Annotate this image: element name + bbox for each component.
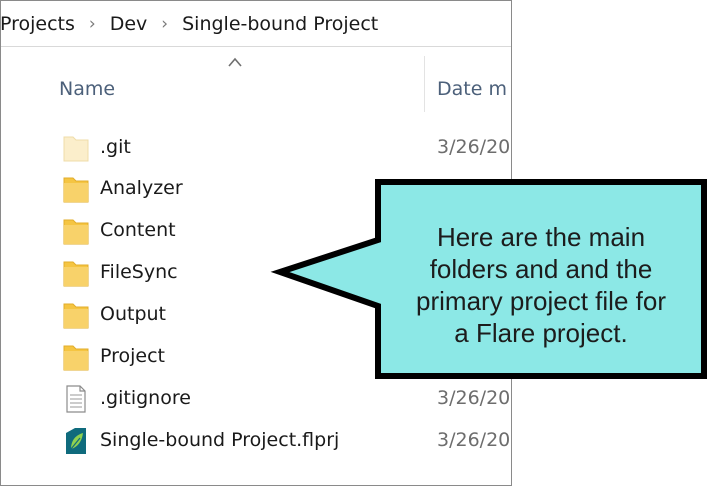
flare-project-icon xyxy=(66,428,86,454)
breadcrumb-separator-icon: › xyxy=(161,13,169,34)
folder-icon xyxy=(63,177,89,203)
list-item-gitignore[interactable]: .gitignore 3/26/20 xyxy=(1,379,511,419)
breadcrumb-separator-icon: › xyxy=(88,13,96,34)
sort-ascending-icon xyxy=(228,57,242,67)
callout-text: Here are the main folders and and the pr… xyxy=(380,200,702,370)
column-header-name[interactable]: Name xyxy=(59,78,115,100)
folder-hidden-icon xyxy=(63,136,89,162)
file-name: Output xyxy=(100,303,166,325)
file-name: FileSync xyxy=(100,261,178,283)
file-name: Single-bound Project.flprj xyxy=(100,429,340,451)
folder-icon xyxy=(63,219,89,245)
file-date: 3/26/20 xyxy=(437,136,511,158)
column-divider[interactable] xyxy=(424,56,425,112)
file-name: Analyzer xyxy=(100,177,183,199)
callout-line: Here are the main xyxy=(436,222,646,252)
text-file-icon xyxy=(66,385,86,413)
file-date: 3/26/20 xyxy=(437,429,511,451)
folder-icon xyxy=(63,261,89,287)
list-item-git[interactable]: .git 3/26/20 xyxy=(1,128,511,168)
callout-line: primary project file for xyxy=(416,286,666,316)
file-date: 3/26/20 xyxy=(437,387,511,409)
column-header-date-modified[interactable]: Date m xyxy=(437,78,507,100)
callout-line: folders and and the xyxy=(429,254,653,284)
column-header-row: Name Date m xyxy=(1,56,511,116)
file-name: .git xyxy=(100,136,131,158)
folder-icon xyxy=(63,345,89,371)
breadcrumb-projects[interactable]: Projects xyxy=(1,13,77,35)
breadcrumb-single-bound-project[interactable]: Single-bound Project xyxy=(180,13,380,35)
file-name: Content xyxy=(100,219,176,241)
list-item-flare-project-file[interactable]: Single-bound Project.flprj 3/26/20 xyxy=(1,421,511,461)
breadcrumb[interactable]: Projects › Dev › Single-bound Project xyxy=(1,1,511,47)
folder-icon xyxy=(63,303,89,329)
callout-line: a Flare project. xyxy=(454,318,628,348)
file-name: Project xyxy=(100,345,166,367)
file-name: .gitignore xyxy=(100,387,191,409)
breadcrumb-dev[interactable]: Dev xyxy=(108,13,150,35)
